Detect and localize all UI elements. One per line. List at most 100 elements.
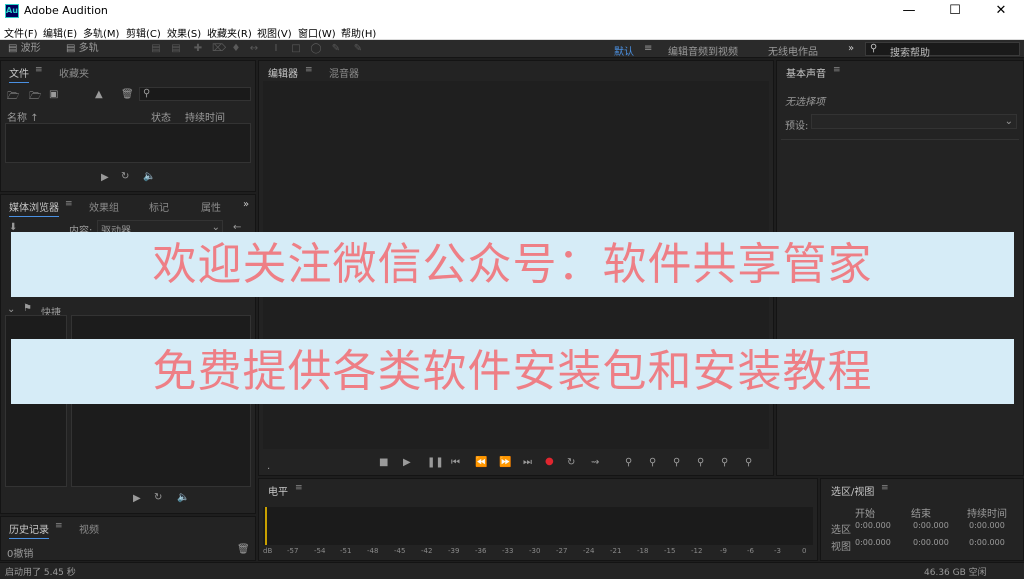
open-file-icon[interactable]: 🗁 (7, 89, 19, 106)
waveform-view-button[interactable]: ▤ 波形 (4, 42, 45, 56)
autoplay-volume-icon[interactable]: 🔈 (143, 171, 155, 182)
undo-count-text: 0撤销 (7, 549, 34, 560)
header-end: 结束 (911, 509, 931, 520)
menu-favorites[interactable]: 收藏夹(R) (207, 25, 252, 40)
trash-icon[interactable]: 🗑 (121, 89, 134, 100)
panel-menu-icon[interactable]: ≡ (35, 65, 43, 75)
razor-tool-icon[interactable]: ⌦ (212, 43, 226, 55)
panel-menu-icon[interactable]: ≡ (881, 483, 889, 493)
maximize-button[interactable]: ☐ (932, 0, 978, 22)
tab-effects-rack[interactable]: 效果组 (89, 199, 119, 214)
menu-clip[interactable]: 剪辑(C) (126, 25, 161, 40)
panel-menu-icon[interactable]: ≡ (305, 65, 313, 75)
go-to-start-icon[interactable]: ⏮ (451, 457, 460, 468)
rect-selection-icon[interactable]: □ (290, 43, 302, 55)
record-icon[interactable]: ● (545, 456, 554, 467)
close-button[interactable]: ✕ (978, 0, 1024, 22)
files-list[interactable] (5, 123, 251, 163)
rewind-icon[interactable]: ⏪ (475, 457, 487, 468)
search-placeholder: 搜索帮助 (890, 48, 930, 59)
tab-video[interactable]: 视频 (79, 521, 99, 536)
zoom-selection-icon[interactable]: ⚲ (721, 457, 728, 468)
tab-media-browser[interactable]: 媒体浏览器 (9, 199, 59, 217)
menu-window[interactable]: 窗口(W) (298, 25, 336, 40)
stop-icon[interactable]: ■ (379, 457, 388, 468)
spectral-frequency-icon[interactable]: ▤ (150, 43, 162, 55)
menu-multitrack[interactable]: 多轨(M) (83, 25, 119, 40)
play-icon[interactable]: ▶ (133, 493, 141, 504)
play-icon[interactable]: ▶ (403, 457, 411, 468)
header-duration: 持续时间 (967, 509, 1007, 520)
loop-icon[interactable]: ↻ (154, 492, 162, 503)
tab-files[interactable]: 文件 (9, 65, 29, 83)
fast-forward-icon[interactable]: ⏩ (499, 457, 511, 468)
tab-properties[interactable]: 属性 (201, 199, 221, 214)
help-search-field[interactable]: ⚲ 搜索帮助 (865, 42, 1020, 59)
loop-icon[interactable]: ↻ (121, 171, 129, 182)
lasso-tool-icon[interactable]: ◯ (310, 43, 322, 55)
menu-view[interactable]: 视图(V) (257, 25, 292, 40)
play-icon[interactable]: ▶ (101, 172, 109, 183)
multitrack-view-button[interactable]: ▤ 多轨 (62, 42, 103, 56)
tab-history[interactable]: 历史记录 (9, 521, 49, 539)
tab-markers[interactable]: 标记 (149, 199, 169, 214)
selection-duration-value[interactable]: 0:00.000 (969, 521, 1005, 530)
zoom-in-time-icon[interactable]: ⚲ (673, 457, 680, 468)
window-title: Adobe Audition (24, 4, 108, 17)
view-end-value[interactable]: 0:00.000 (913, 538, 949, 547)
menu-edit[interactable]: 编辑(E) (43, 25, 77, 40)
trash-icon[interactable]: 🗑 (237, 544, 250, 555)
tick-label: -48 (367, 547, 379, 555)
column-name-header[interactable]: 名称 ↑ (7, 109, 39, 124)
history-panel: 历史记录 ≡ 视频 0撤销 🗑 (0, 516, 256, 561)
column-duration-header[interactable]: 持续时间 (185, 109, 225, 124)
chevron-down-icon[interactable]: ⌄ (7, 304, 15, 315)
more-tabs-icon[interactable]: » (243, 199, 249, 210)
zoom-out-time-icon[interactable]: ⚲ (697, 457, 704, 468)
menu-effects[interactable]: 效果(S) (167, 25, 201, 40)
pause-icon[interactable]: ❚❚ (427, 457, 444, 468)
search-icon: ⚲ (143, 88, 151, 99)
menu-help[interactable]: 帮助(H) (341, 25, 376, 40)
tab-favorites[interactable]: 收藏夹 (59, 65, 89, 80)
column-status-header[interactable]: 状态 (151, 109, 171, 124)
title-bar: Au Adobe Audition — ☐ ✕ (0, 0, 1024, 22)
zoom-in-amplitude-icon[interactable]: ⚲ (625, 457, 632, 468)
spectral-pitch-icon[interactable]: ▤ (170, 43, 182, 55)
chevron-down-icon: ⌄ (1004, 116, 1013, 127)
selection-start-value[interactable]: 0:00.000 (855, 521, 891, 530)
new-file-icon[interactable]: ▣ (49, 89, 58, 100)
zoom-out-full-icon[interactable]: ⚲ (745, 457, 752, 468)
files-search-field[interactable]: ⚲ (139, 87, 251, 101)
spot-healing-icon[interactable]: ✎ (352, 43, 364, 55)
brush-tool-icon[interactable]: ✎ (330, 43, 342, 55)
marquee-tool-icon[interactable]: I (270, 43, 282, 55)
panel-menu-icon[interactable]: ≡ (833, 65, 841, 75)
panel-menu-icon[interactable]: ≡ (55, 521, 63, 531)
audition-app-icon: Au (5, 4, 19, 18)
import-file-icon[interactable]: 🗁 (29, 89, 41, 106)
move-tool-icon[interactable]: ✚ (192, 43, 204, 55)
more-workspaces-icon[interactable]: » (848, 43, 854, 54)
autoplay-volume-icon[interactable]: 🔈 (177, 492, 189, 503)
menu-file[interactable]: 文件(F) (4, 25, 38, 40)
panel-menu-icon[interactable]: ≡ (65, 199, 73, 209)
selection-end-value[interactable]: 0:00.000 (913, 521, 949, 530)
skip-icon[interactable]: ⇝ (591, 457, 599, 468)
view-duration-value[interactable]: 0:00.000 (969, 538, 1005, 547)
minimize-button[interactable]: — (886, 0, 932, 22)
time-selection-tool-icon[interactable]: ↔ (248, 43, 260, 55)
workspace-edit-audio-to-video[interactable]: 编辑音频到视频 (668, 43, 738, 58)
workspace-menu-icon[interactable]: ≡ (644, 43, 652, 54)
slip-tool-icon[interactable]: ♦ (230, 43, 242, 55)
workspace-default[interactable]: 默认 (614, 43, 634, 58)
tab-mixer[interactable]: 混音器 (329, 65, 359, 80)
go-to-end-icon[interactable]: ⏭ (523, 457, 532, 468)
workspace-radio-production[interactable]: 无线电作品 (768, 43, 818, 58)
view-start-value[interactable]: 0:00.000 (855, 538, 891, 547)
zoom-out-amplitude-icon[interactable]: ⚲ (649, 457, 656, 468)
loop-playback-icon[interactable]: ↻ (567, 457, 575, 468)
preset-dropdown[interactable]: ⌄ (811, 114, 1017, 129)
insert-icon[interactable]: ▲ (95, 89, 103, 100)
panel-menu-icon[interactable]: ≡ (295, 483, 303, 493)
